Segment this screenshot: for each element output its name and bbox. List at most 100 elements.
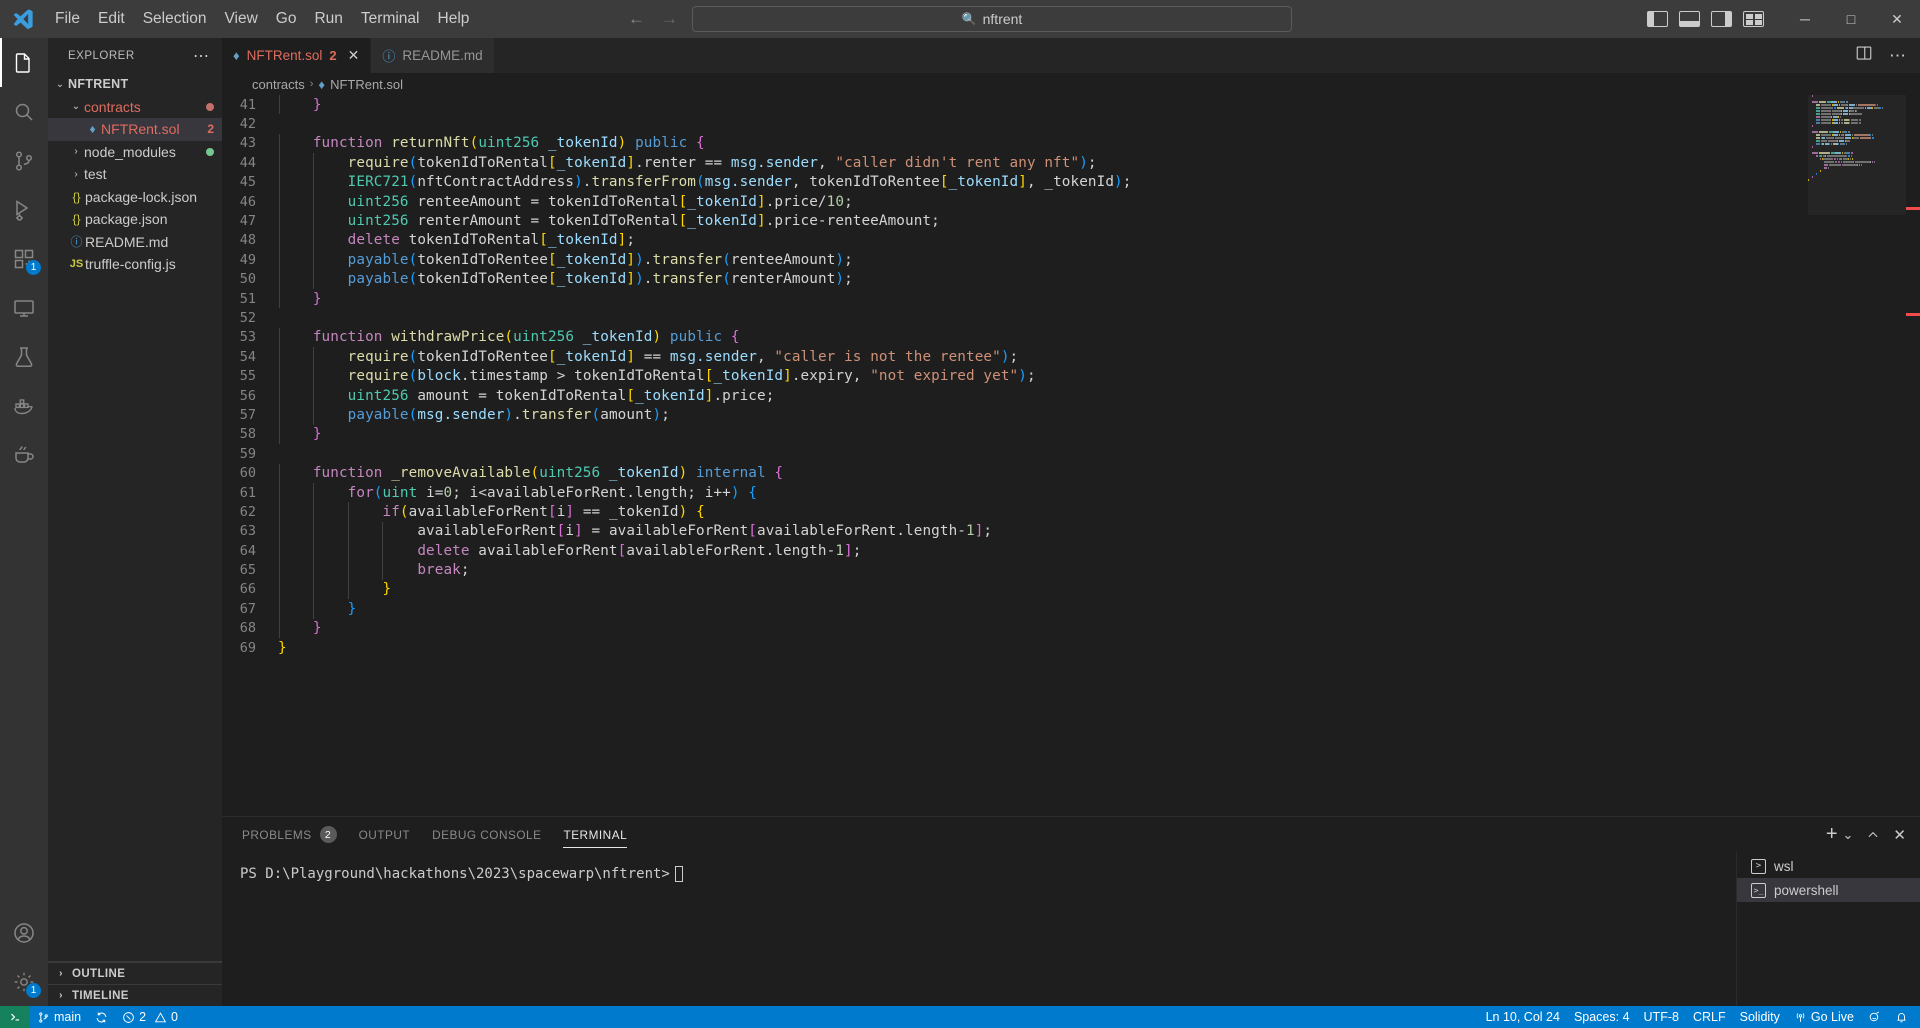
code-line: 48 delete tokenIdToRental[_tokenId];: [222, 231, 1920, 250]
sidebar-item-truffle-config-js[interactable]: JS truffle-config.js: [48, 253, 222, 276]
activity-extensions[interactable]: 1: [0, 234, 48, 283]
terminal-view[interactable]: PS D:\Playground\hackathons\2023\spacewa…: [222, 852, 1736, 1006]
activity-source-control[interactable]: [0, 136, 48, 185]
status-go-live[interactable]: Go Live: [1787, 1006, 1861, 1028]
terminal-dropdown-button[interactable]: ⌄: [1843, 827, 1854, 843]
activity-java-projects[interactable]: [0, 430, 48, 479]
code-line: 60 function _removeAvailable(uint256 _to…: [222, 463, 1920, 482]
line-number: 66: [239, 581, 256, 598]
workbench: 1 1 EXPLORER ⋯ ⌄ NFTRENT ⌄ contracts ♦ N…: [0, 38, 1920, 1006]
sidebar-section-timeline[interactable]: › TIMELINE: [48, 984, 222, 1006]
activity-explorer[interactable]: [0, 38, 48, 87]
line-number: 54: [239, 348, 256, 365]
menu-go[interactable]: Go: [267, 0, 306, 38]
menu-view[interactable]: View: [215, 0, 266, 38]
activity-testing[interactable]: [0, 332, 48, 381]
toggle-primary-sidebar-icon[interactable]: [1647, 11, 1668, 27]
status-language-mode[interactable]: Solidity: [1733, 1006, 1787, 1028]
activity-manage-settings[interactable]: 1: [0, 957, 48, 1006]
menu-terminal[interactable]: Terminal: [352, 0, 429, 38]
line-number: 41: [239, 96, 256, 113]
status-sync[interactable]: [88, 1006, 115, 1028]
tree-root-nftrent[interactable]: ⌄ NFTRENT: [48, 73, 222, 96]
status-cursor-position[interactable]: Ln 10, Col 24: [1479, 1006, 1567, 1028]
remote-indicator-button[interactable]: [0, 1006, 30, 1028]
editor-scrollbar[interactable]: [1906, 95, 1920, 816]
tab-nftrent-sol[interactable]: ♦ NFTRent.sol 2 ✕: [222, 38, 372, 73]
sidebar-item-test[interactable]: › test: [48, 163, 222, 186]
minimap[interactable]: [1808, 95, 1906, 816]
arrow-right-icon[interactable]: →: [661, 9, 678, 29]
terminal-tab-wsl[interactable]: > wsl: [1737, 854, 1920, 878]
tab-readme-md[interactable]: ⓘ README.md: [371, 38, 495, 73]
sidebar-item-package-json[interactable]: {} package.json: [48, 208, 222, 231]
quick-input-bar[interactable]: 🔍 nftrent: [692, 6, 1292, 32]
status-bar-right: Ln 10, Col 24 Spaces: 4 UTF-8 CRLF Solid…: [1479, 1006, 1920, 1028]
panel-tab-output[interactable]: OUTPUT: [359, 817, 411, 852]
code-line: 54 require(tokenIdToRentee[_tokenId] == …: [222, 347, 1920, 366]
menu-file[interactable]: File: [46, 0, 89, 38]
line-content: }: [312, 96, 322, 113]
tab-problem-count: 2: [329, 48, 337, 63]
breadcrumb-contracts[interactable]: contracts: [252, 77, 305, 92]
breadcrumb-nftrent-sol[interactable]: NFTRent.sol: [330, 77, 403, 92]
status-eol[interactable]: CRLF: [1686, 1006, 1733, 1028]
code-line: 44 require(tokenIdToRental[_tokenId].ren…: [222, 153, 1920, 172]
sidebar-more-actions-icon[interactable]: ⋯: [193, 46, 214, 66]
editor-more-actions-icon[interactable]: ⋯: [1889, 46, 1906, 66]
sidebar-item-nftrent-sol[interactable]: ♦ NFTRent.sol 2: [48, 118, 222, 141]
status-notifications[interactable]: [1888, 1006, 1920, 1028]
sidebar-item-node-modules[interactable]: › node_modules: [48, 141, 222, 164]
close-icon[interactable]: ✕: [348, 47, 360, 64]
line-number: 51: [239, 290, 256, 307]
terminal-prompt-text: PS D:\Playground\hackathons\2023\spacewa…: [240, 866, 670, 882]
activity-docker[interactable]: [0, 381, 48, 430]
panel-tab-debug-console[interactable]: DEBUG CONSOLE: [432, 817, 541, 852]
code-editor[interactable]: 41 } 42 43 function returnNft(uint256 _tok…: [222, 95, 1920, 816]
line-number: 56: [239, 387, 256, 404]
close-window-button[interactable]: ✕: [1874, 0, 1920, 38]
source-control-icon: [37, 1011, 50, 1024]
activity-accounts[interactable]: [0, 908, 48, 957]
terminal-tab-powershell[interactable]: >_ powershell: [1737, 878, 1920, 902]
code-line: 47 uint256 renterAmount = tokenIdToRenta…: [222, 211, 1920, 230]
activity-run-debug[interactable]: [0, 185, 48, 234]
minimize-button[interactable]: ─: [1782, 0, 1828, 38]
new-terminal-button[interactable]: +: [1826, 823, 1838, 846]
menu-edit[interactable]: Edit: [89, 0, 134, 38]
title-bar-right: ─ □ ✕: [1647, 0, 1920, 38]
toggle-panel-icon[interactable]: [1679, 11, 1700, 27]
status-indentation[interactable]: Spaces: 4: [1567, 1006, 1637, 1028]
activity-remote-explorer[interactable]: [0, 283, 48, 332]
panel-tab-terminal[interactable]: TERMINAL: [563, 817, 627, 852]
panel-tab-problems[interactable]: PROBLEMS 2: [242, 817, 337, 852]
folder-label-test: test: [84, 166, 107, 183]
status-branch[interactable]: main: [30, 1006, 88, 1028]
split-editor-icon[interactable]: [1855, 44, 1873, 67]
sidebar-item-contracts[interactable]: ⌄ contracts: [48, 96, 222, 119]
code-line: 57 payable(msg.sender).transfer(amount);: [222, 405, 1920, 424]
navigation-arrows: ← →: [628, 9, 678, 29]
line-content: }: [382, 581, 392, 598]
sidebar-item-readme-md[interactable]: ⓘ README.md: [48, 231, 222, 254]
sidebar-section-outline[interactable]: › OUTLINE: [48, 962, 222, 984]
sidebar-item-package-lock-json[interactable]: {} package-lock.json: [48, 186, 222, 209]
status-feedback[interactable]: [1861, 1006, 1888, 1028]
menu-run[interactable]: Run: [305, 0, 351, 38]
code-line: 63 availableForRent[i] = availableForRen…: [222, 522, 1920, 541]
close-panel-button[interactable]: ✕: [1893, 826, 1906, 844]
activity-search[interactable]: [0, 87, 48, 136]
maximize-panel-button[interactable]: [1866, 828, 1880, 842]
menu-selection[interactable]: Selection: [134, 0, 216, 38]
status-encoding[interactable]: UTF-8: [1637, 1006, 1686, 1028]
customize-layout-icon[interactable]: [1743, 11, 1764, 27]
arrow-left-icon[interactable]: ←: [628, 9, 645, 29]
status-problems[interactable]: 2 0: [115, 1006, 185, 1028]
toggle-secondary-sidebar-icon[interactable]: [1711, 11, 1732, 27]
root-folder-label: NFTRENT: [68, 77, 129, 92]
menu-bar: File Edit Selection View Go Run Terminal…: [46, 0, 478, 38]
menu-help[interactable]: Help: [429, 0, 479, 38]
maximize-button[interactable]: □: [1828, 0, 1874, 38]
file-label-truffle-config-js: truffle-config.js: [85, 256, 176, 273]
line-content: }: [312, 290, 322, 307]
